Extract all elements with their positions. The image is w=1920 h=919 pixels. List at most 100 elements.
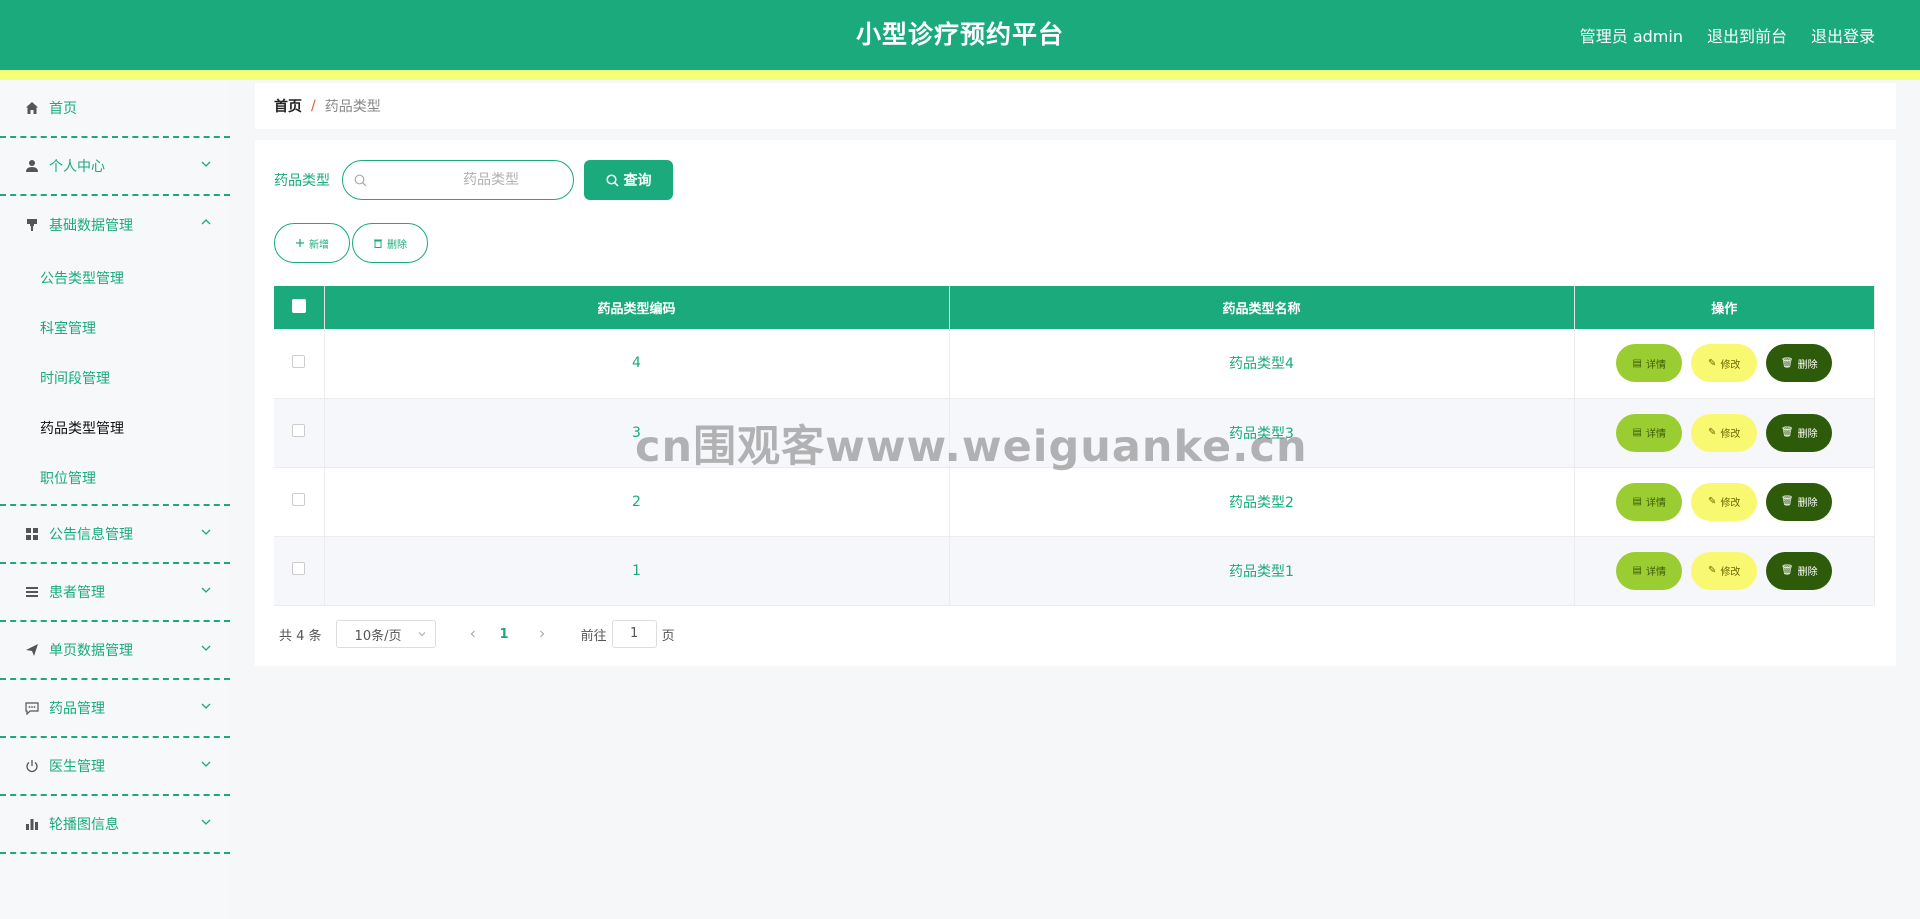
detail-button[interactable]: ▤ 详情: [1616, 413, 1683, 452]
main-panel: 药品类型 查询 新增 删除 药品类型编码 药品类型名称 操作: [255, 140, 1896, 666]
to-front-link[interactable]: 退出到前台: [1707, 23, 1787, 47]
search-input-wrapper: [342, 160, 574, 200]
sidebar-item-label: 医生管理: [49, 759, 105, 775]
sidebar-item-drug[interactable]: 药品管理: [0, 680, 230, 738]
detail-button[interactable]: ▤ 详情: [1616, 344, 1683, 383]
row-checkbox[interactable]: [292, 354, 306, 368]
delete-button[interactable]: 🗑 删除: [1766, 551, 1833, 590]
chevron-left-icon: [470, 630, 475, 638]
trash-icon: [374, 239, 382, 248]
power-icon: [24, 758, 40, 774]
pagination-total: 共 4 条: [279, 628, 322, 644]
action-buttons: 新增 删除: [274, 223, 428, 263]
row-checkbox[interactable]: [292, 424, 306, 437]
edit-label: 修改: [1720, 359, 1741, 371]
edit-button[interactable]: ✎ 修改: [1691, 413, 1758, 452]
next-page-button[interactable]: [527, 629, 557, 639]
submenu-item-notice-type[interactable]: 公告类型管理: [0, 254, 230, 304]
delete-button[interactable]: 🗑 删除: [1766, 344, 1833, 383]
plus-icon: [296, 239, 304, 247]
header-select-all[interactable]: [274, 286, 325, 329]
header-name: 药品类型名称: [949, 286, 1575, 329]
prev-page-button[interactable]: [458, 629, 488, 639]
sidebar-item-label: 公告信息管理: [49, 527, 133, 543]
sidebar-item-doctor[interactable]: 医生管理: [0, 738, 230, 796]
cell-ops: ▤ 详情 ✎ 修改 🗑 删除: [1574, 398, 1875, 468]
search-input[interactable]: [343, 161, 573, 199]
sidebar-item-patient[interactable]: 患者管理: [0, 564, 230, 622]
doc-icon: ▤: [1632, 427, 1642, 438]
bar-chart-icon: [24, 816, 40, 832]
logout-link[interactable]: 退出登录: [1811, 23, 1875, 47]
breadcrumb-home[interactable]: 首页: [274, 96, 302, 116]
sidebar-item-label: 首页: [49, 101, 77, 117]
list-icon: [24, 584, 40, 600]
delete-label: 删除: [1797, 498, 1818, 509]
trash-icon: 🗑: [1780, 357, 1794, 369]
row-checkbox[interactable]: [292, 493, 306, 506]
submenu-item-timeslot[interactable]: 时间段管理: [0, 354, 230, 404]
page-number[interactable]: 1: [500, 627, 509, 642]
delete-label: 删除: [1797, 567, 1818, 578]
doc-icon: ▤: [1632, 496, 1642, 507]
current-user[interactable]: 管理员 admin: [1580, 23, 1683, 47]
sidebar-item-label: 患者管理: [49, 585, 105, 601]
goto-unit: 页: [661, 628, 675, 644]
sidebar-item-singlepage[interactable]: 单页数据管理: [0, 622, 230, 680]
row-checkbox-cell: [274, 467, 325, 537]
pagination: 共 4 条 10条/页 1 前往 1 页: [279, 620, 675, 648]
query-button[interactable]: 查询: [584, 160, 673, 200]
query-button-label: 查询: [623, 172, 652, 188]
edit-label: 修改: [1720, 498, 1741, 509]
row-checkbox-cell: [274, 536, 325, 606]
cell-ops: ▤ 详情 ✎ 修改 🗑 删除: [1574, 536, 1875, 606]
send-icon: [24, 642, 40, 658]
table-row: 1 药品类型1 ▤ 详情 ✎ 修改 🗑 删除: [274, 536, 1875, 606]
sidebar-item-label: 个人中心: [49, 159, 105, 175]
goto-page-input[interactable]: 1: [611, 620, 657, 648]
sidebar-item-carousel[interactable]: 轮播图信息: [0, 796, 230, 854]
delete-button[interactable]: 🗑 删除: [1766, 482, 1833, 521]
trash-icon: 🗑: [1780, 565, 1794, 576]
pencil-icon: ✎: [1708, 357, 1717, 369]
submenu-item-position[interactable]: 职位管理: [0, 454, 230, 504]
detail-button[interactable]: ▤ 详情: [1616, 551, 1683, 590]
batch-delete-button[interactable]: 删除: [352, 223, 428, 263]
sidebar-item-label: 基础数据管理: [49, 218, 133, 234]
sidebar-item-notice[interactable]: 公告信息管理: [0, 506, 230, 564]
header-ops: 操作: [1574, 286, 1875, 329]
goto-label: 前往: [580, 628, 607, 644]
page-size-select[interactable]: 10条/页: [335, 620, 436, 648]
cell-name: 药品类型2: [949, 467, 1575, 537]
search-icon: [354, 174, 367, 187]
drug-type-table: 药品类型编码 药品类型名称 操作 4 药品类型4 ▤详情 ✎修改 🗑删除: [274, 286, 1875, 606]
breadcrumb-separator: /: [311, 98, 316, 114]
submenu-basic: 公告类型管理 科室管理 时间段管理 药品类型管理 职位管理: [0, 254, 230, 506]
cell-code: 1: [324, 536, 950, 606]
detail-button[interactable]: ▤ 详情: [1616, 482, 1683, 521]
header-accent-bar: [0, 70, 1920, 80]
delete-button[interactable]: 🗑 删除: [1766, 413, 1833, 452]
chevron-right-icon: [539, 630, 544, 638]
sidebar-item-basic[interactable]: 基础数据管理: [0, 196, 230, 254]
row-checkbox-cell: [274, 398, 325, 468]
submenu-item-department[interactable]: 科室管理: [0, 304, 230, 354]
add-button[interactable]: 新增: [274, 223, 350, 263]
cell-name: 药品类型3: [949, 398, 1575, 468]
search-label: 药品类型: [274, 173, 330, 189]
sidebar-item-label: 单页数据管理: [49, 643, 133, 659]
edit-button[interactable]: ✎ 修改: [1691, 551, 1758, 590]
row-checkbox[interactable]: [292, 562, 306, 575]
cell-ops: ▤ 详情 ✎ 修改 🗑 删除: [1574, 329, 1875, 399]
pencil-icon: ✎: [1708, 565, 1717, 576]
table-row: 2 药品类型2 ▤ 详情 ✎ 修改 🗑 删除: [274, 467, 1875, 537]
select-all-checkbox[interactable]: [291, 298, 306, 313]
header-nav: 管理员 admin 退出到前台 退出登录: [1580, 0, 1875, 70]
sidebar-item-home[interactable]: 首页: [0, 80, 230, 138]
cell-name: 药品类型1: [949, 536, 1575, 606]
edit-button[interactable]: ✎ 修改: [1691, 344, 1758, 383]
detail-label: 详情: [1645, 429, 1666, 440]
submenu-item-drug-type[interactable]: 药品类型管理: [0, 404, 230, 454]
sidebar-item-personal[interactable]: 个人中心: [0, 138, 230, 196]
edit-button[interactable]: ✎ 修改: [1691, 482, 1758, 521]
